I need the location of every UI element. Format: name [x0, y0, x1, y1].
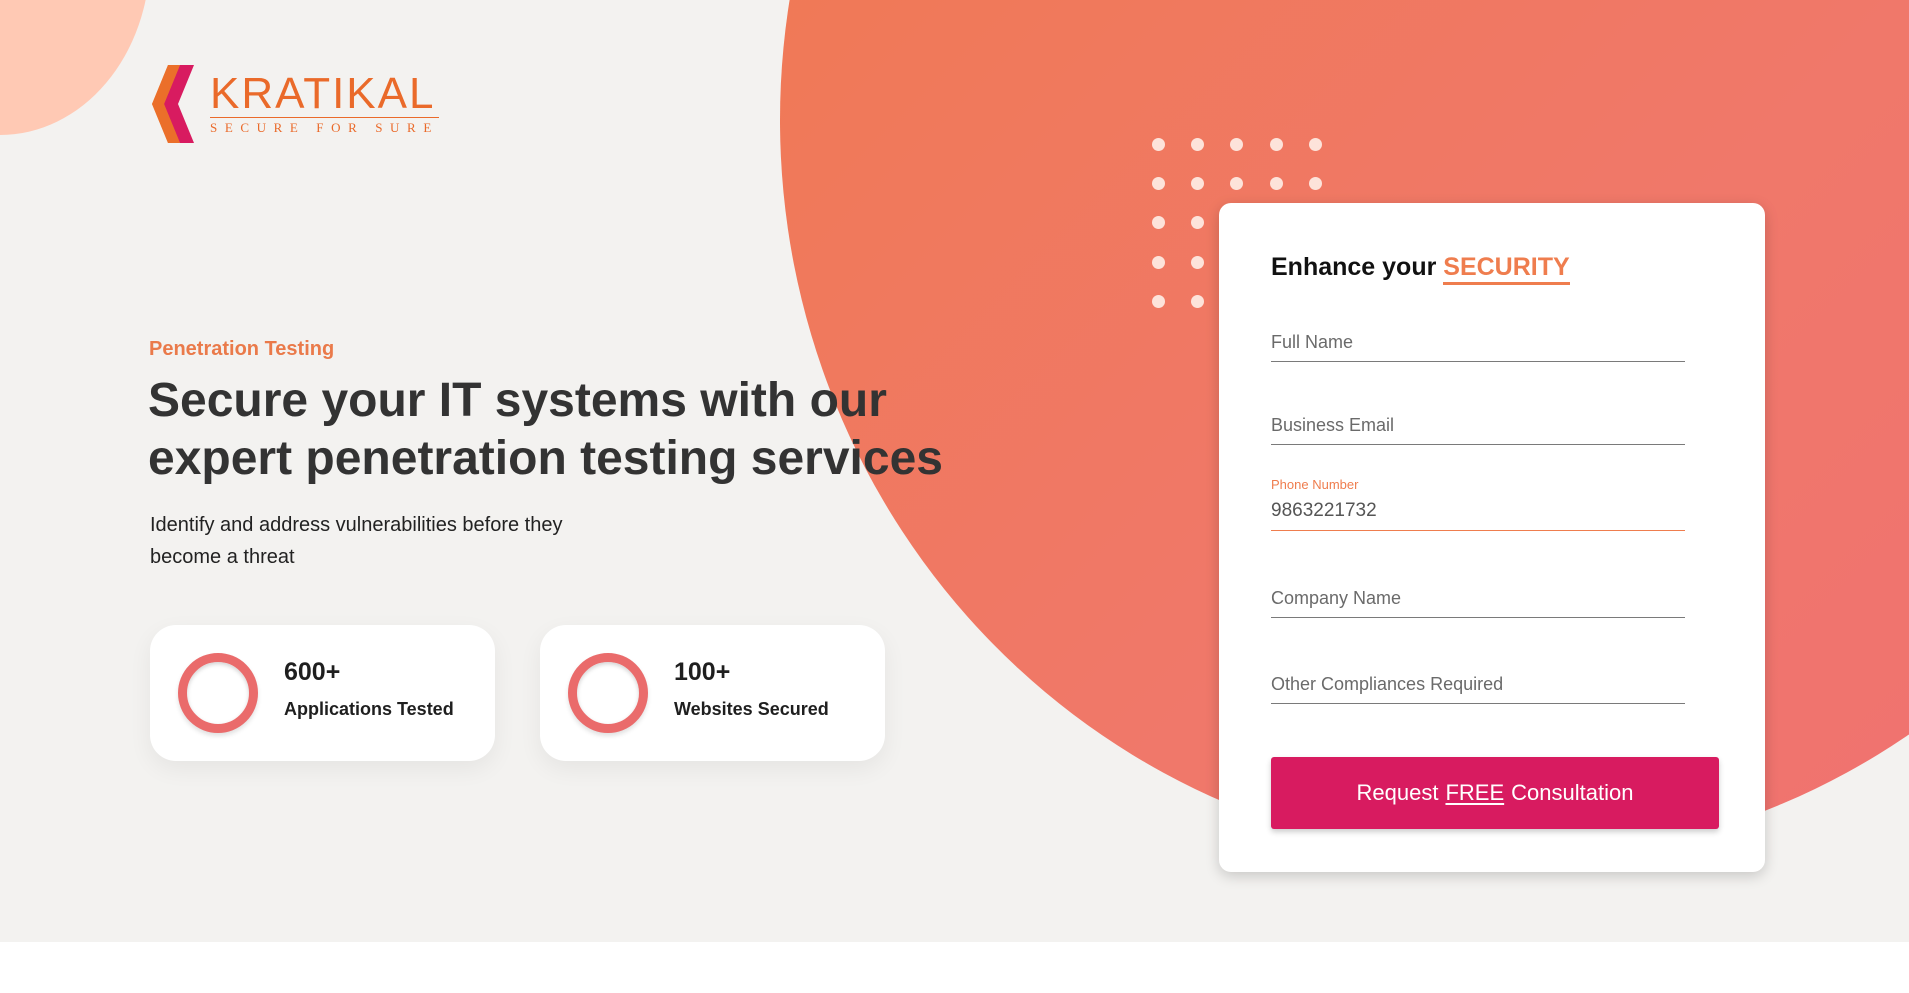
decorative-dot: [1191, 294, 1205, 308]
cta-suffix: Consultation: [1511, 780, 1634, 805]
decorative-dot: [1191, 138, 1205, 151]
brand-logo[interactable]: KRATIKAL SECURE FOR SURE: [150, 65, 439, 143]
brand-tagline: SECURE FOR SURE: [210, 117, 439, 136]
form-title-accent: SECURITY: [1443, 253, 1570, 285]
decorative-dot: [1191, 177, 1205, 191]
full-name-input[interactable]: [1271, 332, 1685, 353]
decorative-dot: [1191, 216, 1205, 230]
compliances-input[interactable]: [1271, 674, 1685, 695]
ring-icon: [178, 653, 258, 733]
stat-label: Websites Secured: [674, 699, 829, 719]
decorative-dot: [1230, 138, 1244, 151]
company-name-field: [1271, 574, 1685, 618]
request-consultation-button[interactable]: Request FREE Consultation: [1271, 757, 1719, 829]
decorative-dot: [1152, 138, 1165, 151]
compliances-field: [1271, 660, 1685, 704]
decorative-blob-top-left: [0, 0, 150, 135]
stat-card-applications: 600+ Applications Tested: [150, 625, 495, 761]
form-title-prefix: Enhance your: [1271, 253, 1437, 281]
decorative-dot: [1269, 177, 1283, 191]
decorative-dot: [1152, 177, 1165, 191]
cta-highlight: FREE: [1445, 780, 1505, 805]
business-email-field: [1271, 401, 1685, 445]
stat-card-websites: 100+ Websites Secured: [540, 625, 885, 761]
hero-section: KRATIKAL SECURE FOR SURE Penetration Tes…: [0, 0, 1909, 942]
decorative-dot: [1308, 138, 1322, 151]
phone-number-label: Phone Number: [1271, 477, 1359, 492]
brand-name: KRATIKAL: [210, 69, 436, 118]
decorative-dot: [1308, 177, 1322, 191]
stat-value: 100+: [674, 658, 731, 686]
stat-value: 600+: [284, 658, 341, 686]
section-eyebrow: Penetration Testing: [149, 338, 335, 360]
company-name-input[interactable]: [1271, 588, 1685, 609]
hero-subtext: Identify and address vulnerabilities bef…: [150, 514, 563, 568]
phone-number-field: Phone Number: [1271, 477, 1685, 531]
page-headline: Secure your IT systems with our expert p…: [148, 374, 943, 485]
cta-prefix: Request: [1356, 780, 1439, 805]
ring-icon: [568, 653, 648, 733]
decorative-dot: [1191, 255, 1205, 269]
kratikal-logo-icon: [152, 65, 194, 143]
decorative-dot: [1152, 294, 1165, 308]
decorative-dot: [1230, 177, 1244, 191]
full-name-field: [1271, 318, 1685, 362]
consultation-form: Enhance your SECURITY Phone Number Reque…: [1219, 203, 1765, 872]
form-title: Enhance your SECURITY: [1271, 253, 1570, 285]
stat-label: Applications Tested: [284, 699, 454, 719]
decorative-dot: [1269, 138, 1283, 151]
logo-wordmark: KRATIKAL SECURE FOR SURE: [210, 72, 439, 136]
decorative-dot: [1152, 255, 1165, 269]
phone-number-input[interactable]: [1271, 500, 1685, 522]
decorative-dot: [1152, 216, 1165, 230]
business-email-input[interactable]: [1271, 415, 1685, 436]
